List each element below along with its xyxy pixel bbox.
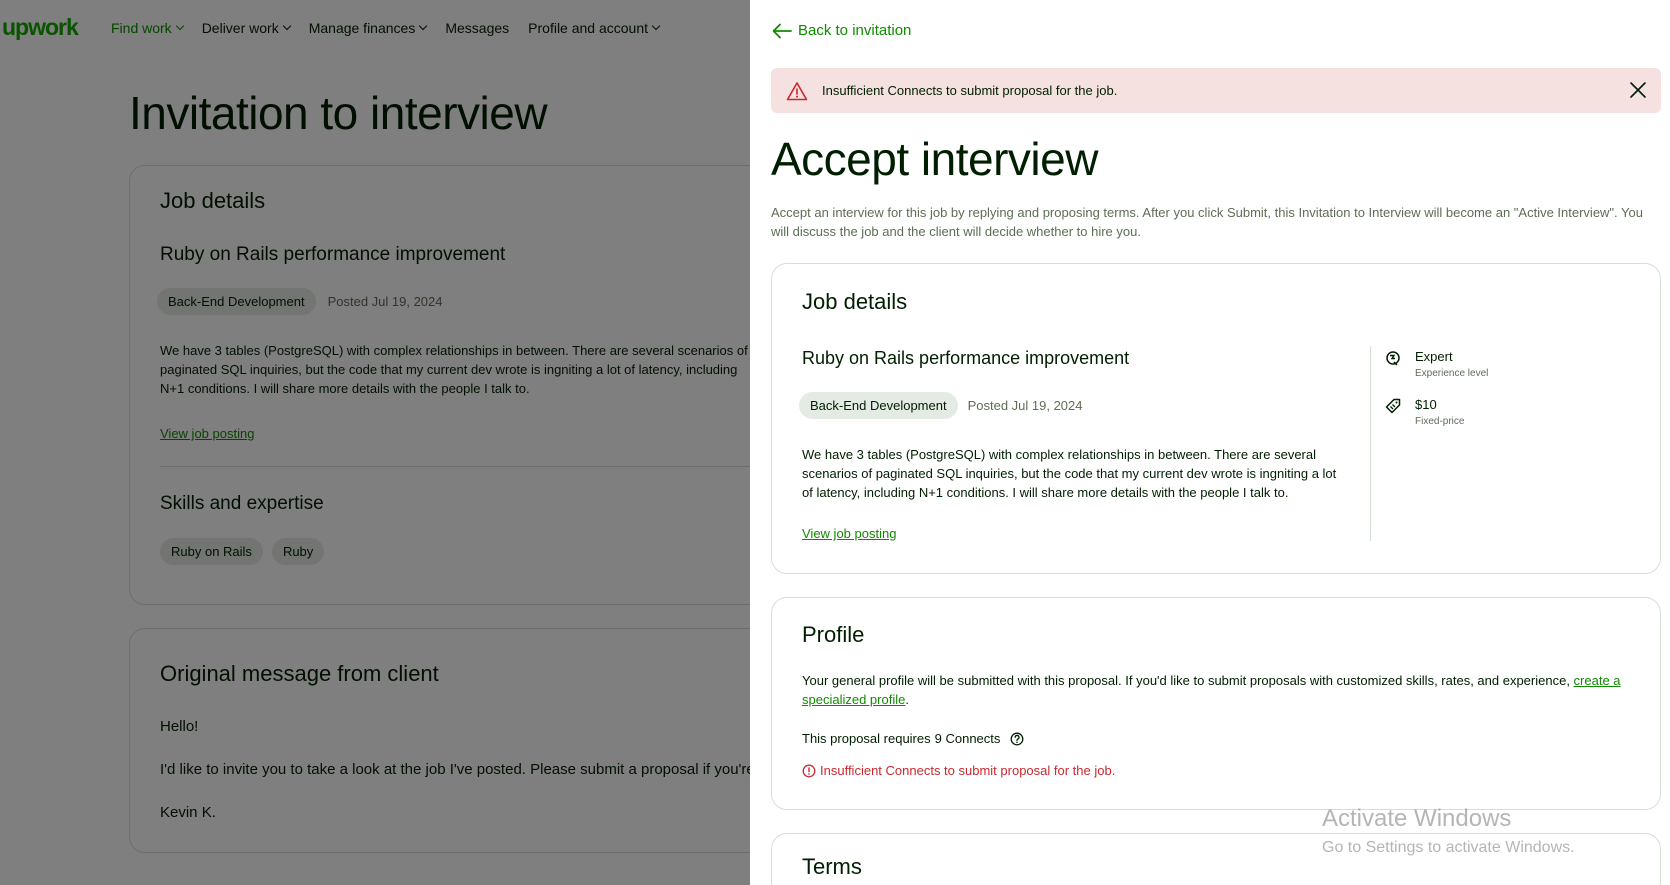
posted-date: Posted Jul 19, 2024 [967, 398, 1083, 413]
arrow-left-icon [772, 23, 792, 38]
price-value: $10 [1415, 397, 1437, 412]
profile-description: Your general profile will be submitted w… [802, 673, 1621, 707]
error-icon [802, 764, 816, 777]
profile-heading: Profile [802, 622, 865, 647]
category-badge: Back-End Development [799, 392, 958, 419]
connects-count: 9 Connects [934, 731, 1001, 746]
back-to-invitation-link[interactable]: Back to invitation [772, 22, 911, 39]
connects-error: Insufficient Connects to submit proposal… [802, 763, 1115, 778]
experience-label: Experience level [1415, 368, 1489, 379]
error-alert-banner: Insufficient Connects to submit proposal… [771, 68, 1661, 113]
job-details-card: Job details Ruby on Rails performance im… [771, 263, 1661, 574]
windows-activation-watermark: Activate Windows Go to Settings to activ… [1322, 805, 1575, 856]
job-title: Ruby on Rails performance improvement [802, 348, 1130, 368]
job-details-heading: Job details [802, 289, 908, 314]
connects-requirement: This proposal requires 9 Connects [802, 731, 1024, 746]
close-icon[interactable] [1629, 81, 1647, 99]
warning-icon [786, 81, 808, 100]
job-meta: Back-End Development Posted Jul 19, 2024 [799, 392, 1083, 419]
accept-interview-drawer: Back to invitation Insufficient Connects… [750, 0, 1670, 885]
price: $10 Fixed-price [1385, 397, 1464, 427]
job-description: We have 3 tables (PostgreSQL) with compl… [802, 447, 1337, 500]
terms-heading: Terms [802, 854, 862, 879]
help-icon[interactable] [1010, 732, 1024, 746]
experience-value: Expert [1415, 349, 1453, 364]
drawer-title: Accept interview [771, 133, 1098, 185]
alert-message: Insufficient Connects to submit proposal… [822, 83, 1118, 98]
experience-level-icon [1386, 351, 1400, 366]
experience-level: Expert Experience level [1385, 349, 1488, 379]
price-type-label: Fixed-price [1415, 416, 1465, 427]
profile-card: Profile Your general profile will be sub… [771, 597, 1661, 810]
vertical-divider [1370, 346, 1371, 541]
price-tag-icon [1385, 398, 1401, 414]
drawer-intro-text: Accept an interview for this job by repl… [771, 205, 1643, 239]
view-job-posting-link[interactable]: View job posting [802, 526, 896, 541]
